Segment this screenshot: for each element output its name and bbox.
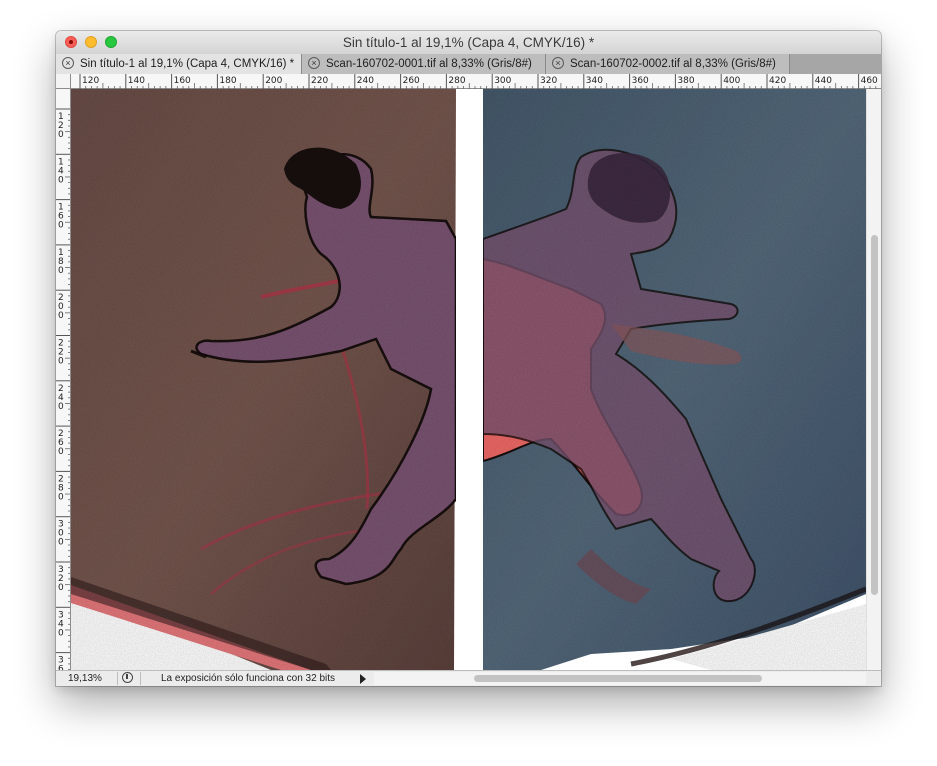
ruler-label: 0 bbox=[58, 583, 64, 593]
left-panel-artwork bbox=[71, 89, 458, 670]
ruler-label: 0 bbox=[58, 628, 64, 638]
ruler-label: 320 bbox=[540, 76, 557, 86]
ruler-label: 280 bbox=[448, 76, 465, 86]
document-tab-bar: × Sin título-1 al 19,1% (Capa 4, CMYK/16… bbox=[56, 54, 881, 75]
artwork-illustration bbox=[71, 89, 866, 670]
horizontal-scroll-thumb[interactable] bbox=[474, 675, 762, 682]
ruler-label: 0 bbox=[58, 538, 64, 548]
tab-scan-0001[interactable]: × Scan-160702-0001.tif al 8,33% (Gris/8#… bbox=[302, 54, 546, 74]
ruler-label: 340 bbox=[586, 76, 603, 86]
tab-label: Sin título-1 al 19,1% (Capa 4, CMYK/16) … bbox=[80, 58, 295, 70]
close-icon[interactable]: × bbox=[308, 57, 320, 69]
ruler-label: 440 bbox=[815, 76, 832, 86]
ruler-label: 0 bbox=[58, 130, 64, 140]
ruler-label: 160 bbox=[174, 76, 191, 86]
status-message: La exposición sólo funciona con 32 bits bbox=[140, 672, 358, 685]
ruler-label: 0 bbox=[58, 266, 64, 276]
ruler-label: 0 bbox=[58, 175, 64, 185]
ruler-label: 0 bbox=[58, 357, 64, 367]
horizontal-scrollbar[interactable] bbox=[374, 672, 866, 685]
ruler-label: 120 bbox=[82, 76, 99, 86]
horizontal-ruler[interactable]: 120 140 160 180 200 220 240 260 280 300 320 340 360 3… bbox=[71, 74, 881, 89]
ruler-label: 0 bbox=[58, 492, 64, 502]
tab-scan-0002[interactable]: × Scan-160702-0002.tif al 8,33% (Gris/8#… bbox=[546, 54, 790, 74]
ruler-label: 360 bbox=[632, 76, 649, 86]
ruler-label: 260 bbox=[403, 76, 420, 86]
ruler-label: 200 bbox=[265, 76, 282, 86]
ruler-label: 460 bbox=[861, 76, 878, 86]
ruler-label: 220 bbox=[311, 76, 328, 86]
close-icon[interactable]: × bbox=[62, 57, 74, 69]
ruler-label: 0 bbox=[58, 402, 64, 412]
play-arrow-icon[interactable] bbox=[360, 674, 366, 684]
title-bar[interactable]: Sin título-1 al 19,1% (Capa 4, CMYK/16) … bbox=[56, 31, 881, 55]
page-gutter bbox=[456, 89, 483, 670]
vertical-scrollbar[interactable] bbox=[866, 89, 881, 670]
status-bar: 19,13% La exposición sólo funciona con 3… bbox=[56, 670, 881, 686]
horizontal-ruler-ticks: 120 140 160 180 200 220 240 260 280 300 320 340 360 3… bbox=[79, 74, 878, 89]
ruler-label: 400 bbox=[723, 76, 740, 86]
ruler-label: 380 bbox=[677, 76, 694, 86]
ruler-label: 420 bbox=[769, 76, 786, 86]
ruler-label: 0 bbox=[58, 447, 64, 457]
vertical-ruler[interactable]: 12014016018020022024026028030032034036 bbox=[56, 89, 71, 670]
tab-label: Scan-160702-0002.tif al 8,33% (Gris/8#) bbox=[570, 58, 776, 70]
photoshop-document-window: Sin título-1 al 19,1% (Capa 4, CMYK/16) … bbox=[56, 31, 881, 686]
ruler-label: 180 bbox=[219, 76, 236, 86]
vertical-scroll-thumb[interactable] bbox=[871, 235, 878, 595]
tab-sin-titulo-1[interactable]: × Sin título-1 al 19,1% (Capa 4, CMYK/16… bbox=[56, 54, 302, 74]
right-panel-artwork bbox=[482, 89, 866, 670]
ruler-label: 0 bbox=[58, 221, 64, 231]
document-canvas[interactable] bbox=[71, 89, 866, 670]
window-title: Sin título-1 al 19,1% (Capa 4, CMYK/16) … bbox=[342, 35, 595, 50]
ruler-label: 240 bbox=[357, 76, 374, 86]
zoom-level-field[interactable]: 19,13% bbox=[60, 672, 118, 685]
ruler-origin[interactable] bbox=[56, 74, 71, 89]
ruler-label: 300 bbox=[494, 76, 511, 86]
share-icon[interactable] bbox=[122, 672, 133, 683]
ruler-label: 140 bbox=[128, 76, 145, 86]
tab-label: Scan-160702-0001.tif al 8,33% (Gris/8#) bbox=[326, 58, 532, 70]
vertical-ruler-ticks: 12014016018020022024026028030032034036 bbox=[56, 108, 70, 670]
close-icon[interactable]: × bbox=[552, 57, 564, 69]
ruler-label: 0 bbox=[58, 311, 64, 321]
